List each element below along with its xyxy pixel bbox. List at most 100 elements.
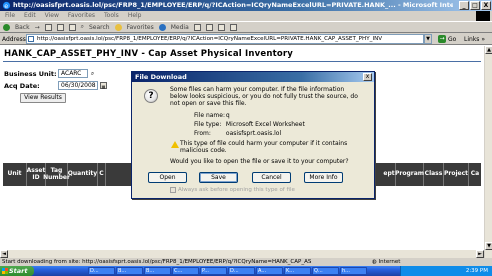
col-project[interactable]: Project xyxy=(444,163,469,186)
maximize-button[interactable]: □ xyxy=(470,1,480,10)
menu-edit[interactable]: Edit xyxy=(24,11,36,21)
open-button[interactable]: Open xyxy=(148,172,187,183)
col-class[interactable]: Class xyxy=(424,163,444,186)
menu-bar: File Edit View Favorites Tools Help xyxy=(0,11,492,21)
favorites-star-icon[interactable] xyxy=(114,23,122,31)
more-info-button[interactable]: More Info xyxy=(304,172,343,183)
always-ask-checkbox: Always ask before opening this type of f… xyxy=(170,187,295,193)
status-message: Start downloading from site: http://oasi… xyxy=(2,259,312,265)
internet-explorer-icon: e xyxy=(2,1,11,10)
start-label: Start xyxy=(9,267,28,275)
refresh-icon[interactable] xyxy=(56,23,64,31)
taskbar-item[interactable]: B... xyxy=(144,267,171,275)
taskbar-item[interactable]: A... xyxy=(256,267,283,275)
file-name-label: File name: xyxy=(194,112,225,119)
scroll-right-arrow-icon[interactable]: ► xyxy=(476,250,484,258)
taskbar-item[interactable]: h... xyxy=(340,267,367,275)
home-icon[interactable] xyxy=(68,23,76,31)
minimize-button[interactable]: _ xyxy=(459,1,469,10)
from-label: From: xyxy=(194,130,211,137)
taskbar-item[interactable]: K... xyxy=(284,267,311,275)
menu-file[interactable]: File xyxy=(5,11,15,21)
taskbar-item[interactable]: Q... xyxy=(312,267,339,275)
taskbar-item[interactable]: P... xyxy=(200,267,227,275)
lookup-magnifier-icon[interactable]: ⌕ xyxy=(89,70,96,77)
page-title: HANK_CAP_ASSET_PHY_INV - Cap Asset Physi… xyxy=(4,49,294,59)
start-button[interactable]: Start xyxy=(0,266,34,276)
address-dropdown-icon[interactable]: ▼ xyxy=(424,34,432,44)
page-icon xyxy=(28,36,34,42)
globe-icon: ◍ xyxy=(372,259,377,265)
checkbox-box xyxy=(170,187,176,193)
title-divider xyxy=(3,61,481,62)
business-unit-label: Business Unit: xyxy=(4,70,57,78)
favorites-button[interactable]: Favorites xyxy=(127,24,154,31)
scroll-left-arrow-icon[interactable]: ◄ xyxy=(0,250,8,258)
taskbar-item[interactable]: B... xyxy=(116,267,143,275)
scroll-down-arrow-icon[interactable]: ▼ xyxy=(485,242,492,250)
col-tag-number[interactable]: Tag Number xyxy=(43,163,70,186)
address-input[interactable]: http://oasisfprt.oasis.lol/psc/FRP8_1/EM… xyxy=(26,34,424,44)
search-button[interactable]: Search xyxy=(89,24,110,31)
vertical-scrollbar[interactable]: ▲ ▼ xyxy=(484,46,492,258)
taskbar-item[interactable]: C... xyxy=(172,267,199,275)
dialog-question: Would you like to open the file or save … xyxy=(170,158,349,165)
clock: 2:39 PM xyxy=(465,268,488,274)
col-quantity[interactable]: Quantity xyxy=(68,163,98,186)
warning-icon xyxy=(171,141,179,148)
scroll-up-arrow-icon[interactable]: ▲ xyxy=(485,46,492,54)
search-icon[interactable]: ⌕ xyxy=(81,23,84,31)
stop-icon[interactable] xyxy=(44,23,52,31)
back-button[interactable]: Back xyxy=(15,24,30,31)
print-icon[interactable] xyxy=(217,23,225,31)
col-c[interactable]: C xyxy=(98,163,106,186)
always-ask-label: Always ask before opening this type of f… xyxy=(178,187,295,193)
close-window-button[interactable]: X xyxy=(481,1,491,10)
media-button[interactable]: Media xyxy=(171,24,189,31)
acq-date-input[interactable]: 06/30/2008 xyxy=(58,81,98,90)
file-type-row: File type: Microsoft Excel Worksheet xyxy=(194,121,305,128)
dialog-close-button[interactable]: x xyxy=(363,73,372,81)
from-row: From: oasisfsprt.oasis.lol xyxy=(194,130,281,137)
cancel-button[interactable]: Cancel xyxy=(252,172,291,183)
calendar-icon[interactable]: ▦ xyxy=(100,82,107,89)
forward-arrow-icon[interactable]: → xyxy=(35,24,40,31)
menu-help[interactable]: Help xyxy=(128,11,142,21)
business-unit-input[interactable]: ACARC xyxy=(58,69,88,78)
file-type-value: Microsoft Excel Worksheet xyxy=(225,121,305,128)
file-name-row: File name: q xyxy=(194,112,230,119)
col-unit[interactable]: Unit xyxy=(3,163,27,186)
save-button[interactable]: Save xyxy=(199,172,238,183)
go-button[interactable]: → Go xyxy=(438,35,456,43)
col-ca[interactable]: Ca xyxy=(469,163,481,186)
system-tray: 2:39 PM xyxy=(400,266,492,276)
menu-view[interactable]: View xyxy=(45,11,59,21)
address-url: http://oasisfprt.oasis.lol/psc/FRP8_1/EM… xyxy=(37,36,383,42)
warning-text: This type of file could harm your comput… xyxy=(180,140,348,154)
view-results-button[interactable]: View Results xyxy=(20,93,66,103)
window-title: http://oasisfprt.oasis.lol/psc/FRP8_1/EM… xyxy=(13,1,453,9)
address-bar: Address http://oasisfprt.oasis.lol/psc/F… xyxy=(0,33,492,45)
taskbar-item[interactable]: D... xyxy=(88,267,115,275)
window-title-bar: e http://oasisfprt.oasis.lol/psc/FRP8_1/… xyxy=(0,0,492,11)
col-program[interactable]: Program xyxy=(395,163,424,186)
zone-label: Internet xyxy=(378,259,401,265)
toolbar: Back → ⌕ Search Favorites Media xyxy=(0,21,492,33)
status-bar: Start downloading from site: http://oasi… xyxy=(0,258,492,266)
svg-text:e: e xyxy=(4,3,8,10)
menu-tools[interactable]: Tools xyxy=(104,11,119,21)
menu-favorites[interactable]: Favorites xyxy=(68,11,95,21)
links-button[interactable]: Links » xyxy=(464,36,485,43)
horizontal-scrollbar[interactable]: ◄ ► xyxy=(0,250,484,258)
edit-icon[interactable] xyxy=(229,23,237,31)
mail-icon[interactable] xyxy=(205,23,213,31)
taskbar-item[interactable]: D... xyxy=(228,267,255,275)
question-icon: ? xyxy=(144,89,158,103)
from-value: oasisfsprt.oasis.lol xyxy=(225,130,282,137)
dialog-title: File Download xyxy=(132,72,374,82)
internet-zone: ◍ Internet xyxy=(372,258,400,266)
go-label: Go xyxy=(448,35,457,43)
history-icon[interactable] xyxy=(193,23,201,31)
media-icon[interactable] xyxy=(158,23,166,31)
back-arrow-icon[interactable] xyxy=(3,23,10,31)
